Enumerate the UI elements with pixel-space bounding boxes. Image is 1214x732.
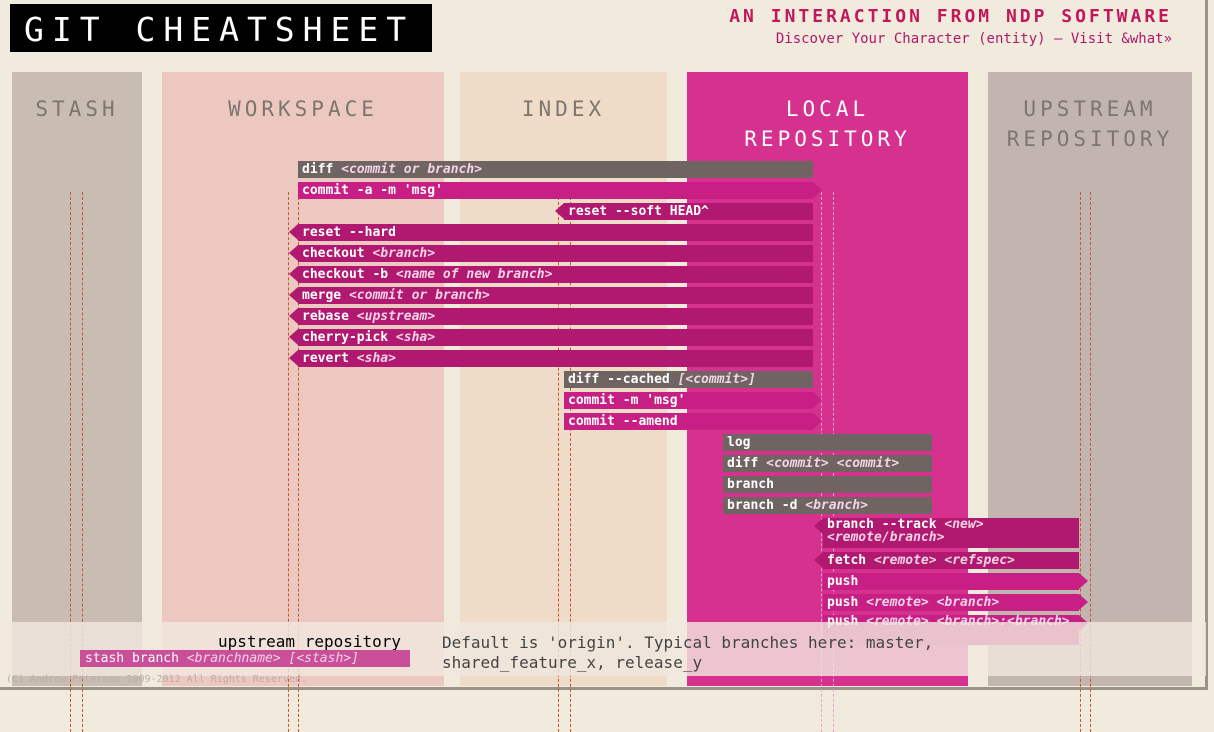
command-commit-m[interactable]: commit -m 'msg' <box>564 392 822 409</box>
command-branch-d[interactable]: branch -d <branch> <box>723 497 932 514</box>
command-reset-hard[interactable]: reset --hard <box>289 224 813 241</box>
command-cherry-pick[interactable]: cherry-pick <sha> <box>289 329 813 346</box>
column-stash[interactable]: STASH <box>12 72 142 732</box>
column-heading-index: INDEX <box>521 97 606 121</box>
command-branch-track[interactable]: branch --track <new> <remote/branch> <box>814 518 1079 548</box>
command-branch[interactable]: branch <box>723 476 932 493</box>
command-reset-soft[interactable]: reset --soft HEAD^ <box>555 203 813 220</box>
command-commit-a[interactable]: commit -a -m 'msg' <box>298 182 822 199</box>
command-stash-branch[interactable]: stash branch <branchname> [<stash>] <box>80 650 410 667</box>
title-box: GIT CHEATSHEET <box>10 4 432 52</box>
column-heading-workspace: WORKSPACE <box>228 97 378 121</box>
command-log[interactable]: log <box>723 434 932 451</box>
column-heading-local-repository: LOCAL REPOSITORY <box>744 97 911 151</box>
command-checkout[interactable]: checkout <branch> <box>289 245 813 262</box>
command-diff[interactable]: diff <commit or branch> <box>298 161 813 178</box>
command-push[interactable]: push <box>823 573 1088 590</box>
command-merge[interactable]: merge <commit or branch> <box>289 287 813 304</box>
command-commit-amend[interactable]: commit --amend <box>564 413 822 430</box>
command-checkout-b[interactable]: checkout -b <name of new branch> <box>289 266 813 283</box>
character-link[interactable]: Discover Your Character (entity) — Visit… <box>776 31 1172 47</box>
tagline: AN INTERACTION FROM NDP SOFTWARE <box>729 6 1172 27</box>
command-rebase[interactable]: rebase <upstream> <box>289 308 813 325</box>
command-revert[interactable]: revert <sha> <box>289 350 813 367</box>
command-diff-cached[interactable]: diff --cached [<commit>] <box>564 371 813 388</box>
page-title: GIT CHEATSHEET <box>24 10 415 49</box>
command-push-remote-branch[interactable]: push <remote> <branch> <box>823 594 1088 611</box>
command-diff-commits[interactable]: diff <commit> <commit> <box>723 455 932 472</box>
info-definition: Default is 'origin'. Typical branches he… <box>442 633 934 672</box>
command-fetch[interactable]: fetch <remote> <refspec> <box>814 552 1079 569</box>
column-heading-upstream-repository: UPSTREAM REPOSITORY <box>1006 97 1174 151</box>
column-heading-stash: STASH <box>35 97 119 121</box>
copyright: (C) Andrew Peterson 2009-2012 All Rights… <box>6 674 308 685</box>
